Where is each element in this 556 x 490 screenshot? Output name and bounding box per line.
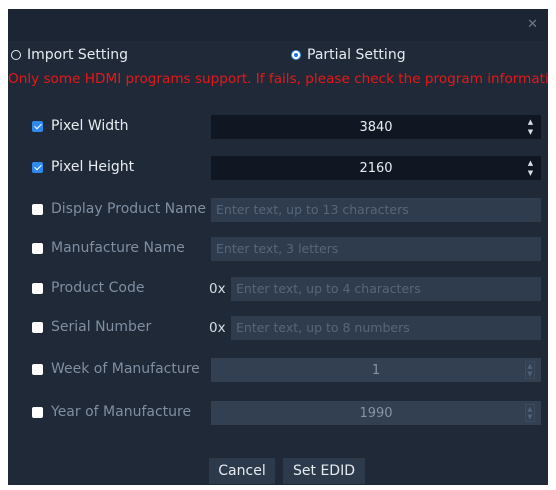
- serial-number-row: Serial Number 0x Enter text, up to 8 num…: [32, 316, 542, 340]
- pixel-height-row: Pixel Height 2160 ▲ ▼: [32, 156, 542, 180]
- week-of-manufacture-input[interactable]: 1 ▲ ▼: [211, 358, 541, 382]
- cancel-button[interactable]: Cancel: [209, 458, 275, 484]
- display-product-name-placeholder: Enter text, up to 13 characters: [216, 202, 409, 217]
- year-of-manufacture-input[interactable]: 1990 ▲ ▼: [211, 401, 541, 425]
- spin-up-icon[interactable]: ▲: [528, 159, 533, 167]
- pixel-height-input[interactable]: 2160 ▲ ▼: [211, 156, 541, 180]
- partial-setting-radio[interactable]: Partial Setting: [291, 45, 406, 65]
- import-setting-radio[interactable]: Import Setting: [11, 45, 128, 65]
- display-product-name-label: Display Product Name: [51, 201, 206, 217]
- warning-message: Only some HDMI programs support. If fail…: [8, 71, 548, 87]
- pixel-height-label: Pixel Height: [51, 159, 135, 175]
- spin-down-icon[interactable]: ▼: [527, 413, 532, 421]
- pixel-width-label: Pixel Width: [51, 118, 129, 134]
- year-of-manufacture-value: 1990: [359, 405, 393, 421]
- spin-up-icon[interactable]: ▲: [527, 362, 532, 370]
- spin-up-icon[interactable]: ▲: [528, 118, 533, 126]
- week-of-manufacture-value: 1: [371, 362, 381, 378]
- spin-up-icon[interactable]: ▲: [527, 405, 532, 413]
- week-of-manufacture-label: Week of Manufacture: [51, 361, 200, 377]
- close-icon[interactable]: ✕: [527, 17, 538, 32]
- product-code-label: Product Code: [51, 280, 145, 296]
- product-code-input[interactable]: Enter text, up to 4 characters: [231, 277, 541, 301]
- pixel-height-value: 2160: [359, 160, 393, 176]
- display-product-name-checkbox[interactable]: [32, 204, 43, 215]
- product-code-checkbox[interactable]: [32, 283, 43, 294]
- edid-dialog: ✕ Import Setting Partial Setting Only so…: [8, 9, 548, 485]
- week-of-manufacture-checkbox[interactable]: [32, 364, 43, 375]
- spin-down-icon[interactable]: ▼: [527, 370, 532, 378]
- serial-number-input[interactable]: Enter text, up to 8 numbers: [231, 316, 541, 340]
- radio-on-icon[interactable]: [291, 50, 301, 60]
- import-setting-label: Import Setting: [27, 47, 129, 63]
- week-of-manufacture-row: Week of Manufacture 1 ▲ ▼: [32, 358, 542, 382]
- serial-number-placeholder: Enter text, up to 8 numbers: [236, 320, 410, 335]
- spin-down-icon[interactable]: ▼: [528, 169, 533, 177]
- manufacture-name-label: Manufacture Name: [51, 240, 185, 256]
- serial-number-label: Serial Number: [51, 319, 152, 335]
- year-of-manufacture-checkbox[interactable]: [32, 407, 43, 418]
- partial-setting-label: Partial Setting: [307, 47, 406, 63]
- pixel-height-spinner[interactable]: ▲ ▼: [526, 159, 535, 177]
- serial-number-checkbox[interactable]: [32, 322, 43, 333]
- set-edid-button[interactable]: Set EDID: [283, 458, 365, 484]
- display-product-name-input[interactable]: Enter text, up to 13 characters: [211, 198, 541, 222]
- year-of-manufacture-row: Year of Manufacture 1990 ▲ ▼: [32, 401, 542, 425]
- manufacture-name-input[interactable]: Enter text, 3 letters: [211, 237, 541, 261]
- radio-off-icon[interactable]: [11, 50, 21, 60]
- product-code-placeholder: Enter text, up to 4 characters: [236, 281, 421, 296]
- week-of-manufacture-spinner[interactable]: ▲ ▼: [525, 361, 535, 379]
- pixel-height-checkbox[interactable]: [32, 162, 43, 173]
- pixel-width-checkbox[interactable]: [32, 121, 43, 132]
- pixel-width-input[interactable]: 3840 ▲ ▼: [211, 115, 541, 139]
- pixel-width-row: Pixel Width 3840 ▲ ▼: [32, 115, 542, 139]
- pixel-width-spinner[interactable]: ▲ ▼: [526, 118, 535, 136]
- manufacture-name-checkbox[interactable]: [32, 243, 43, 254]
- serial-number-prefix: 0x: [209, 320, 226, 336]
- year-of-manufacture-label: Year of Manufacture: [51, 404, 192, 420]
- dialog-titlebar: ✕: [8, 9, 548, 41]
- product-code-row: Product Code 0x Enter text, up to 4 char…: [32, 277, 542, 301]
- manufacture-name-row: Manufacture Name Enter text, 3 letters: [32, 237, 542, 261]
- year-of-manufacture-spinner[interactable]: ▲ ▼: [525, 404, 535, 422]
- display-product-name-row: Display Product Name Enter text, up to 1…: [32, 198, 542, 222]
- manufacture-name-placeholder: Enter text, 3 letters: [216, 241, 339, 256]
- spin-down-icon[interactable]: ▼: [528, 128, 533, 136]
- product-code-prefix: 0x: [209, 281, 226, 297]
- pixel-width-value: 3840: [359, 119, 393, 135]
